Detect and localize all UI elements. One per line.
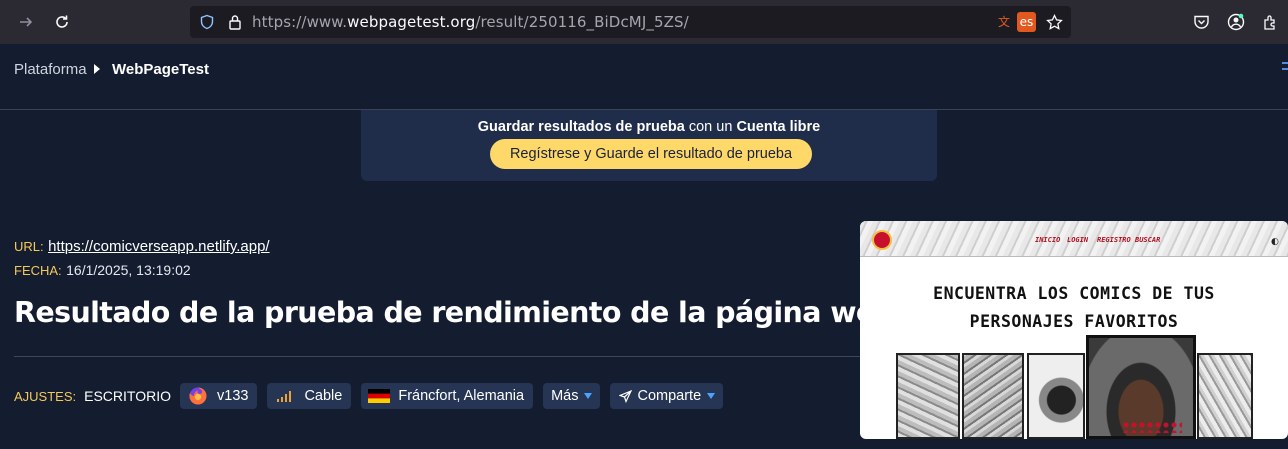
- more-label: Más: [551, 388, 579, 404]
- more-dropdown[interactable]: Más: [543, 383, 601, 409]
- url-domain: webpagetest.org: [347, 13, 476, 31]
- send-icon: [618, 386, 632, 406]
- thumb-nav-link: BUSCAR: [1135, 236, 1161, 244]
- account-icon[interactable]: [1225, 11, 1247, 33]
- chevron-down-icon: [707, 393, 716, 399]
- test-date: 16/1/2025, 13:19:02: [66, 262, 191, 278]
- share-label: Comparte: [637, 388, 702, 404]
- save-results-promo: Guardar resultados de prueba con un Cuen…: [361, 110, 937, 181]
- test-settings: AJUSTES: ESCRITORIO v133 Cable Fráncfort…: [14, 383, 733, 409]
- thumb-nav-link: INICIO: [1035, 236, 1061, 244]
- pocket-icon[interactable]: [1190, 11, 1212, 33]
- signal-bars-icon: [274, 386, 296, 406]
- promo-bold-1: Guardar resultados de prueba: [477, 119, 685, 135]
- comic-cover-image: [1197, 353, 1253, 439]
- translate-language-badge[interactable]: es: [1017, 12, 1036, 32]
- browser-toolbar: https://www.webpagetest.org/result/25011…: [0, 0, 1288, 44]
- page-screenshot-thumbnail[interactable]: INICIO LOGIN REGISTRO BUSCAR ◐ ENCUENTRA…: [860, 221, 1288, 439]
- star-icon[interactable]: [1045, 13, 1063, 31]
- thumbnail-headline-2: PERSONAJES FAVORITOS: [969, 312, 1179, 331]
- promo-connector: con un: [684, 119, 737, 135]
- thumb-nav-link: REGISTRO: [1097, 236, 1131, 244]
- reload-icon[interactable]: [48, 8, 76, 36]
- connection-type: Cable: [304, 388, 343, 404]
- test-date-row: FECHA: 16/1/2025, 13:19:02: [14, 262, 191, 280]
- share-dropdown[interactable]: Comparte: [610, 383, 724, 409]
- comic-logo-icon: [872, 230, 892, 250]
- location-pill[interactable]: Fráncfort, Alemania: [361, 383, 534, 409]
- comic-cover-image: [962, 353, 1024, 439]
- connection-pill[interactable]: Cable: [267, 383, 352, 409]
- test-location: Fráncfort, Alemania: [398, 388, 525, 404]
- url-text: https://www.webpagetest.org/result/25011…: [252, 13, 689, 31]
- url-path: /result/250116_BiDcMJ_5ZS/: [475, 13, 689, 31]
- thumb-nav-link: LOGIN: [1067, 236, 1089, 244]
- firefox-icon: [187, 386, 209, 406]
- germany-flag-icon: [368, 386, 391, 406]
- address-bar[interactable]: https://www.webpagetest.org/result/25011…: [190, 6, 1071, 38]
- test-url-row: URL: https://comicverseapp.netlify.app/: [14, 238, 270, 256]
- comic-cover-detail: [1122, 421, 1182, 433]
- date-label: FECHA:: [14, 263, 62, 278]
- thumbnail-headline-1: ENCUENTRA LOS COMICS DE TUS: [933, 284, 1215, 303]
- translate-icon[interactable]: 文: [998, 13, 1016, 31]
- comic-cover-image: [1027, 353, 1085, 439]
- chevron-down-icon: [584, 393, 593, 399]
- register-save-button[interactable]: Regístrese y Guarde el resultado de prue…: [490, 139, 812, 169]
- device-type: ESCRITORIO: [84, 388, 171, 404]
- browser-pill[interactable]: v133: [180, 383, 258, 409]
- url-label: URL:: [14, 239, 44, 254]
- thumb-toggle-icon: ◐: [1271, 237, 1279, 247]
- back-arrow-icon[interactable]: [12, 8, 40, 36]
- breadcrumb-current[interactable]: WebPageTest: [112, 61, 209, 78]
- breadcrumb-separator-icon: [94, 64, 100, 74]
- comic-cover-image: [896, 353, 960, 439]
- breadcrumb-root[interactable]: Plataforma: [14, 61, 87, 78]
- shield-icon[interactable]: [198, 13, 216, 31]
- page-title: Resultado de la prueba de rendimiento de…: [14, 296, 895, 329]
- promo-bold-2: Cuenta libre: [736, 119, 821, 135]
- settings-label: AJUSTES:: [14, 388, 77, 404]
- lock-icon[interactable]: [226, 13, 244, 31]
- extensions-icon[interactable]: [1259, 11, 1281, 33]
- divider: [14, 356, 860, 357]
- site-header: Plataforma WebPageTest: [0, 44, 1288, 110]
- promo-text: Guardar resultados de prueba con un Cuen…: [361, 119, 937, 135]
- svg-text:文: 文: [998, 14, 1010, 29]
- browser-version: v133: [217, 388, 249, 404]
- tested-url-link[interactable]: https://comicverseapp.netlify.app/: [48, 238, 270, 255]
- url-prefix: https://www.: [252, 13, 348, 31]
- thumbnail-navbar: INICIO LOGIN REGISTRO BUSCAR ◐: [860, 221, 1288, 257]
- menu-icon[interactable]: [1282, 62, 1288, 76]
